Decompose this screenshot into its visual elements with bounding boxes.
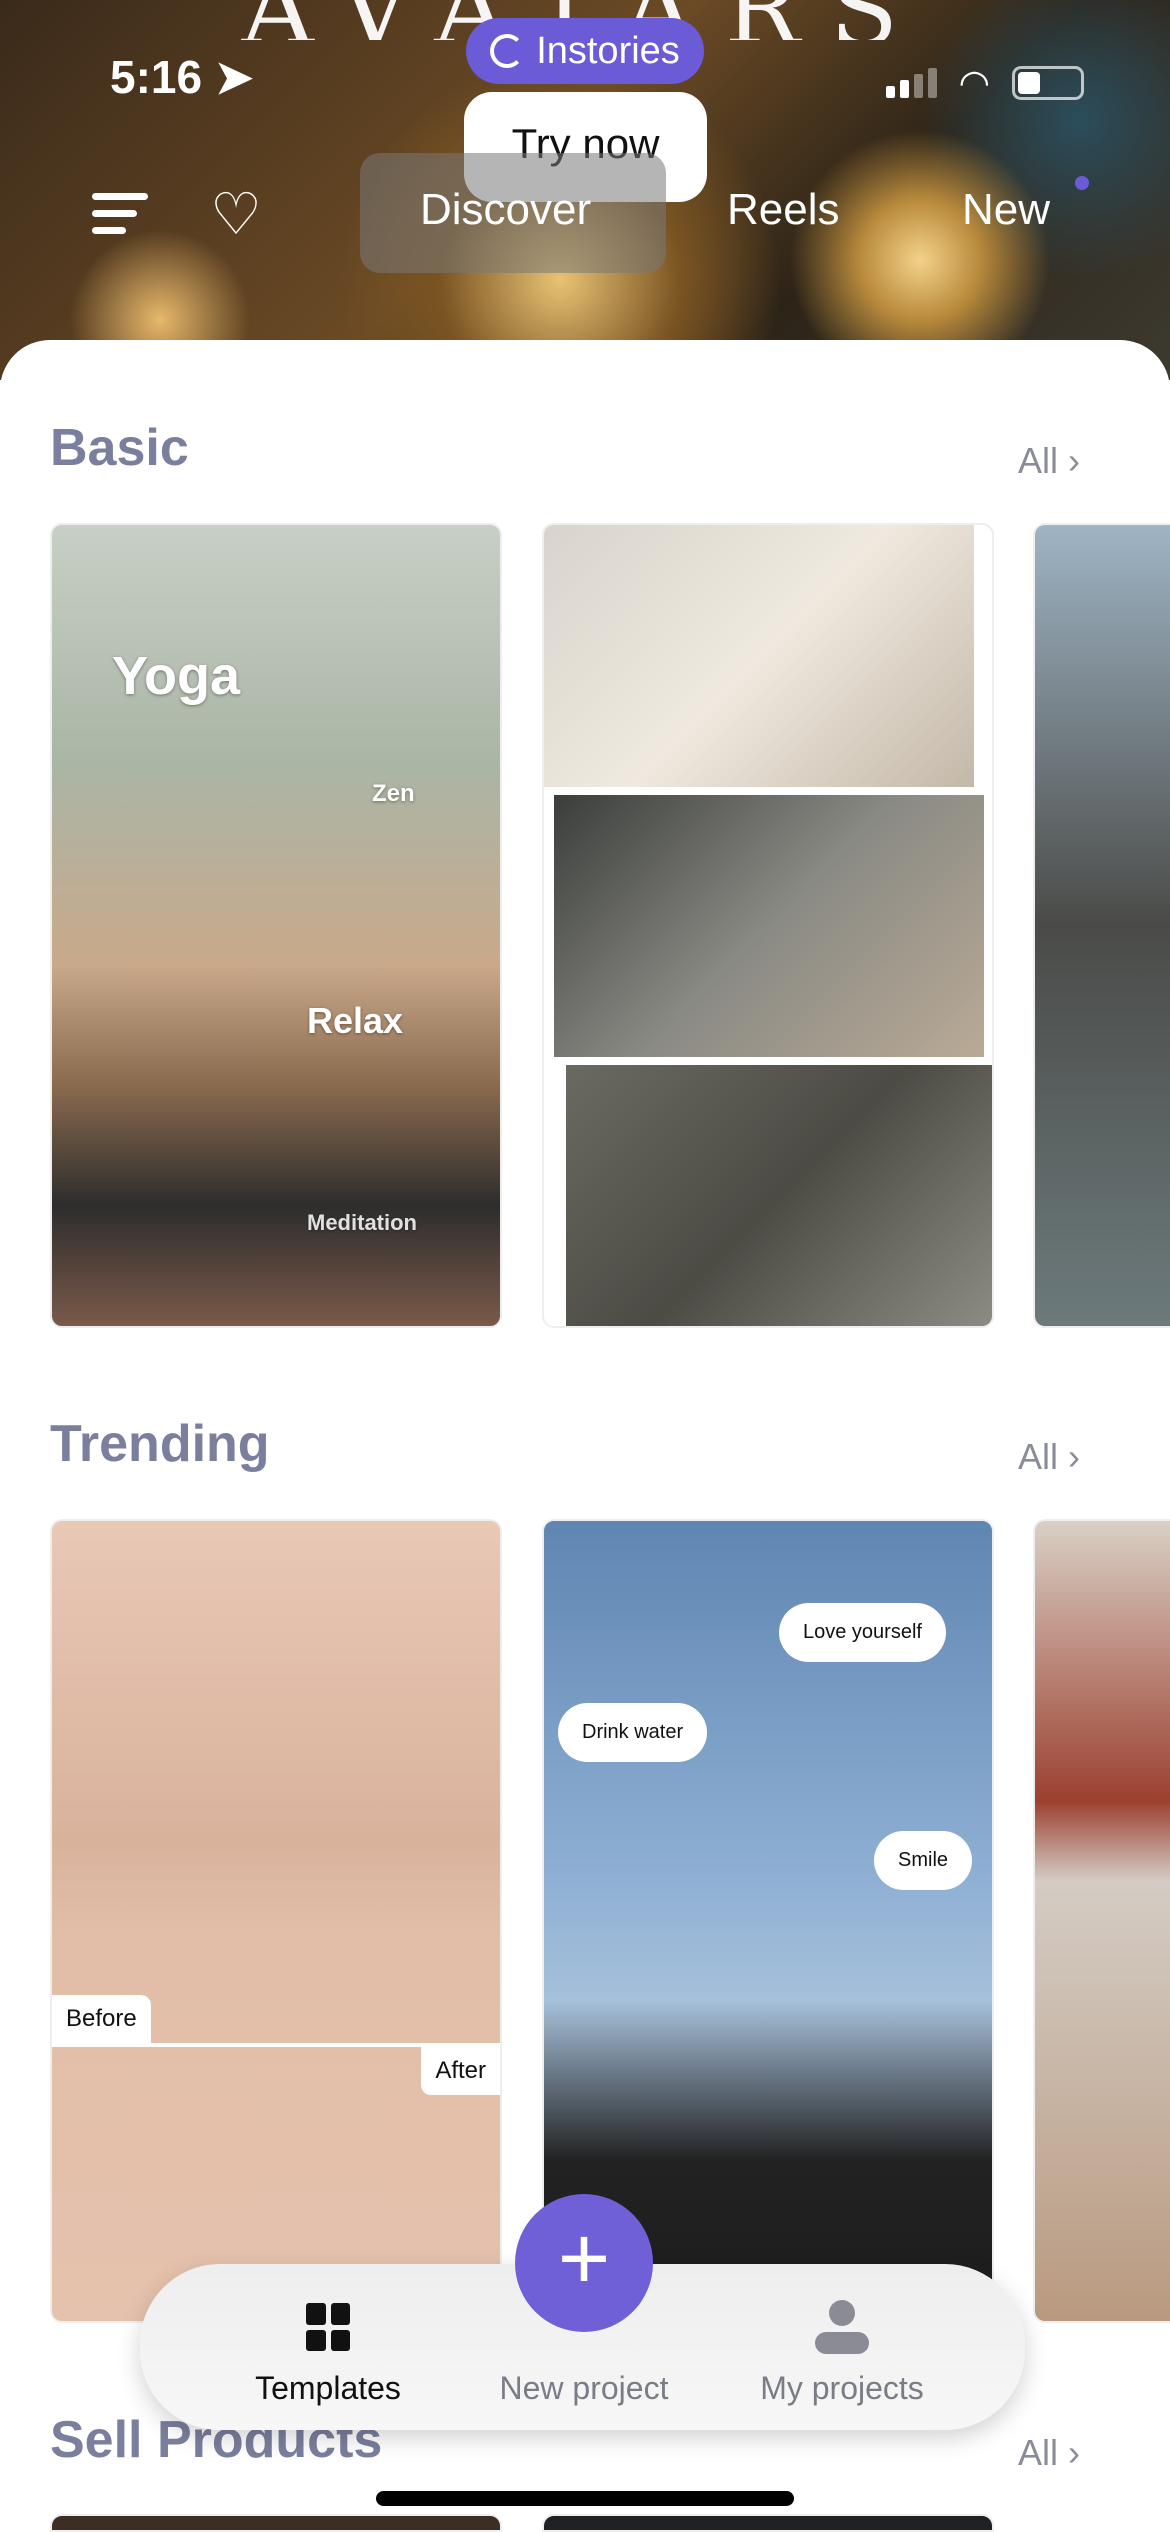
signal-icon: [885, 68, 937, 98]
all-sell-products-link[interactable]: All ›: [1018, 2432, 1080, 2474]
photo-cat: [554, 795, 984, 1057]
photo-woman: [566, 1065, 992, 1326]
home-indicator: [376, 2491, 794, 2506]
battery-icon: [1012, 66, 1084, 100]
templates-icon: [306, 2303, 350, 2351]
loading-icon: [490, 34, 525, 68]
overlay-text: Yoga: [112, 646, 241, 706]
after-tag: After: [421, 2047, 500, 2095]
all-trending-link[interactable]: All ›: [1018, 1436, 1080, 1478]
new-indicator-dot: [1075, 176, 1089, 190]
speech-bubble: Love yourself: [779, 1603, 946, 1662]
status-time: 5:16 ➤: [110, 51, 254, 103]
template-card-coffee[interactable]: [1033, 1519, 1170, 2323]
template-card-product[interactable]: [50, 2514, 502, 2532]
template-card-product[interactable]: [542, 2514, 994, 2532]
instories-badge[interactable]: Instories: [466, 18, 704, 84]
menu-icon[interactable]: [92, 193, 148, 244]
template-card-3[interactable]: [1033, 523, 1170, 1328]
section-title-trending: Trending: [50, 1415, 270, 1473]
photo-breakfast: [544, 525, 974, 787]
template-card-yoga[interactable]: Yoga Zen Relax Meditation: [50, 523, 502, 1328]
instories-label: Instories: [536, 29, 680, 72]
all-basic-link[interactable]: All ›: [1018, 440, 1080, 482]
nav-templates[interactable]: Templates: [198, 2370, 458, 2407]
nav-my-projects[interactable]: My projects: [712, 2370, 972, 2407]
before-tag: Before: [52, 1995, 151, 2043]
overlay-text: Relax: [307, 1000, 404, 1041]
heart-icon[interactable]: ♡: [210, 180, 262, 248]
wifi-icon: ◠: [958, 62, 990, 103]
new-project-fab[interactable]: +: [515, 2194, 653, 2332]
section-title-basic: Basic: [50, 419, 189, 477]
overlay-text: Meditation: [307, 1210, 417, 1235]
tab-reels[interactable]: Reels: [727, 185, 840, 235]
speech-bubble: Smile: [874, 1831, 973, 1890]
overlay-text: Zen: [372, 780, 415, 807]
template-card-collage[interactable]: [542, 523, 994, 1328]
tab-discover[interactable]: Discover: [420, 185, 591, 235]
nav-new-project[interactable]: New project: [454, 2370, 714, 2407]
speech-bubble: Drink water: [558, 1703, 708, 1762]
status-icons: ◠: [885, 62, 1084, 104]
tab-new[interactable]: New: [962, 185, 1050, 235]
user-icon: [815, 2300, 869, 2354]
template-card-eye[interactable]: Before After: [50, 1519, 502, 2323]
